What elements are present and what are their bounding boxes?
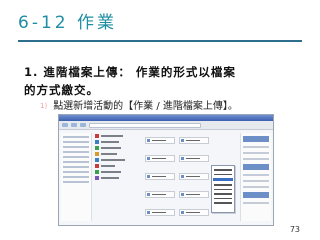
page-number: 73 bbox=[289, 225, 300, 234]
screenshot-left-column bbox=[61, 133, 92, 221]
screenshot-right-column bbox=[240, 133, 271, 221]
address-bar bbox=[89, 122, 201, 128]
main-point: 1. 進階檔案上傳： 作業的形式以檔案 的方式繳交。 bbox=[24, 63, 304, 99]
screenshot-toolbar bbox=[59, 121, 273, 130]
slide-title: 6-12 作業 bbox=[18, 13, 117, 33]
main-point-line-1: 1. 進階檔案上傳： 作業的形式以檔案 bbox=[24, 65, 236, 79]
screenshot-activity-list bbox=[95, 133, 135, 181]
screenshot-select-column-1 bbox=[145, 137, 175, 225]
toolbar-icon bbox=[71, 123, 77, 127]
main-point-line-2: 的方式繳交。 bbox=[24, 83, 99, 97]
toolbar-icon bbox=[80, 123, 86, 127]
screenshot-dropdown-menu bbox=[211, 165, 235, 213]
embedded-screenshot bbox=[58, 114, 274, 226]
sub-point-text: 點選新增活動的【作業 / 進階檔案上傳】。 bbox=[53, 101, 238, 112]
toolbar-icon bbox=[62, 123, 68, 127]
sub-point-number: 1) bbox=[40, 102, 48, 110]
title-divider bbox=[18, 40, 302, 42]
screenshot-select-column-2 bbox=[179, 137, 209, 225]
sub-point: 1) 點選新增活動的【作業 / 進階檔案上傳】。 bbox=[40, 99, 310, 114]
